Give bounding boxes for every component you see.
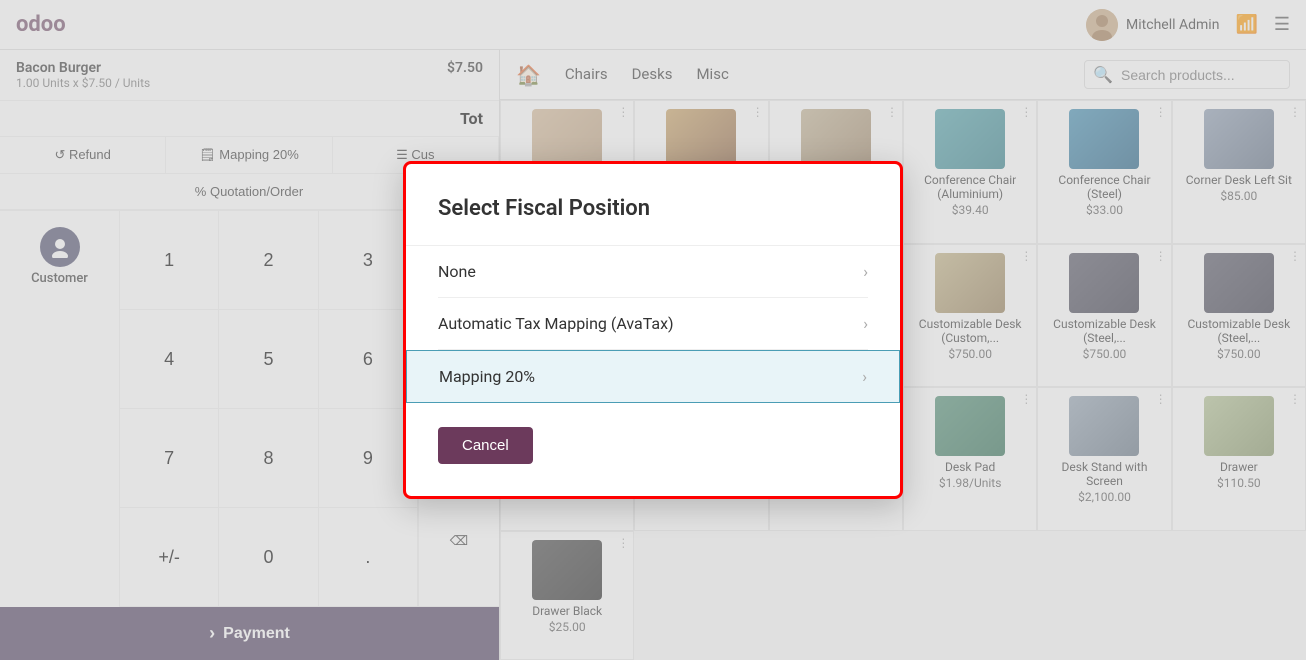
fiscal-option-avatax[interactable]: Automatic Tax Mapping (AvaTax) › [438,298,868,350]
fiscal-position-modal: Select Fiscal Position None › Automatic … [403,161,903,499]
fiscal-option-mapping20[interactable]: Mapping 20% › [406,350,900,403]
chevron-right-icon: › [862,367,867,386]
fiscal-option-none[interactable]: None › [438,246,868,298]
cancel-button[interactable]: Cancel [438,427,533,464]
fiscal-option-avatax-label: Automatic Tax Mapping (AvaTax) [438,314,674,333]
chevron-right-icon: › [863,262,868,281]
chevron-right-icon: › [863,314,868,333]
modal-title: Select Fiscal Position [438,196,868,221]
modal-actions: Cancel [438,427,868,464]
fiscal-option-mapping20-label: Mapping 20% [439,367,535,386]
fiscal-option-none-label: None [438,262,476,281]
